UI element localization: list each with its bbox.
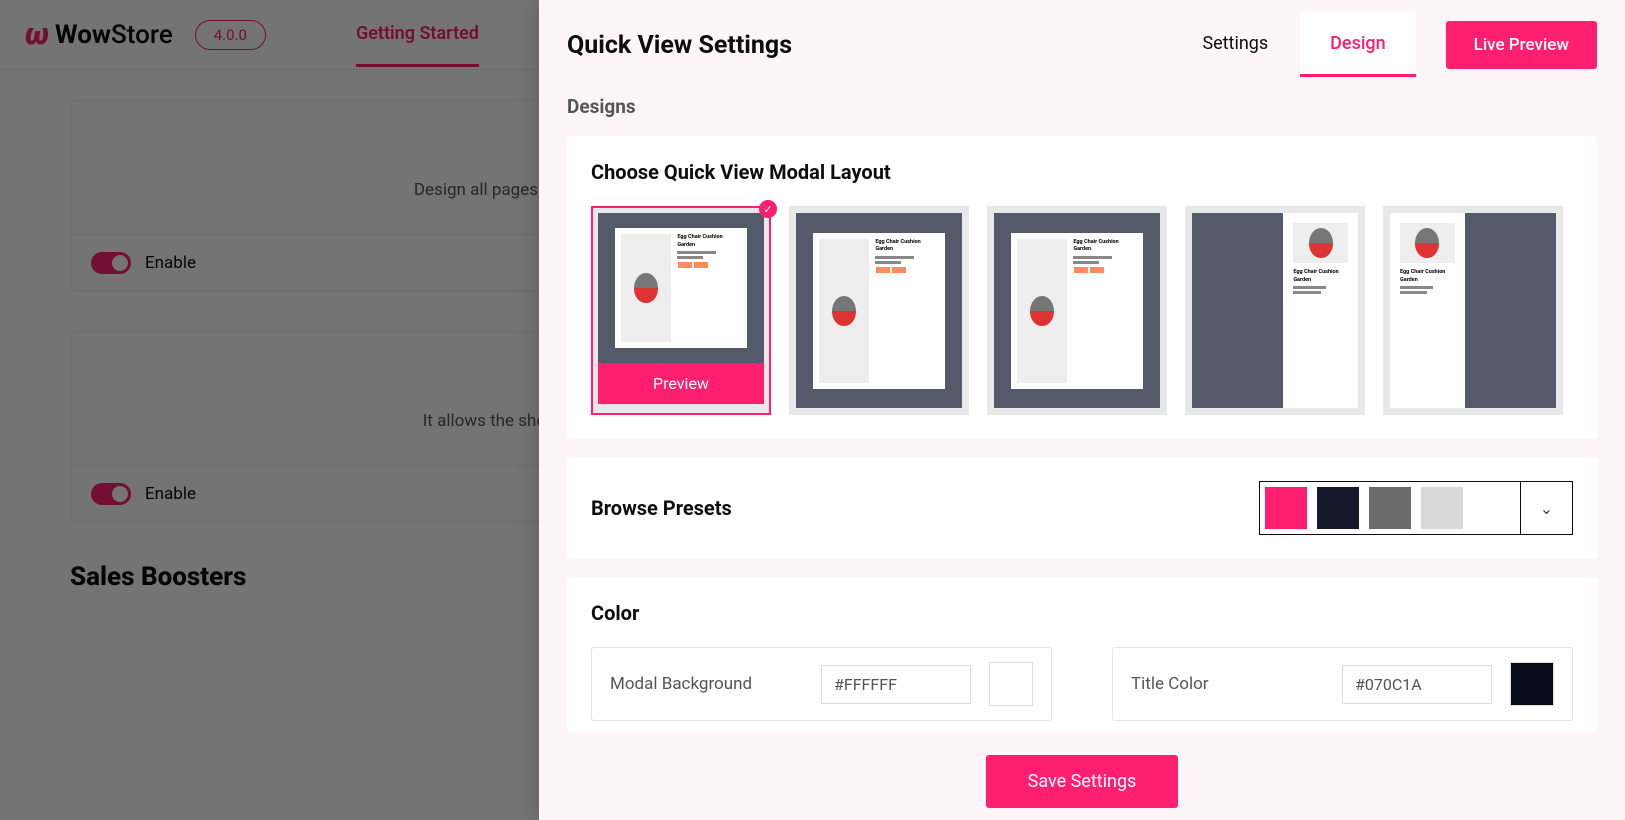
layout-option-5[interactable]: Egg Chair Cushion Garden [1383,206,1563,415]
preset-swatch-2[interactable] [1317,487,1359,529]
modal-bg-input[interactable] [821,665,971,704]
save-bar: Save Settings [539,743,1625,820]
layout-option-3[interactable]: Egg Chair Cushion Garden [987,206,1167,415]
quick-view-settings-panel: Quick View Settings Settings Design Live… [539,0,1625,820]
layouts-card: Choose Quick View Modal Layout ✓ Egg Cha… [567,136,1597,439]
layout-preview-label: Preview [598,363,764,404]
panel-title: Quick View Settings [567,31,792,60]
preset-swatch-1[interactable] [1265,487,1307,529]
layout-option-1[interactable]: ✓ Egg Chair Cushion Garden Preview [591,206,771,415]
live-preview-button[interactable]: Live Preview [1446,21,1597,69]
title-color-swatch[interactable] [1510,662,1554,706]
preset-swatch-5[interactable] [1473,487,1515,529]
browse-presets-title: Browse Presets [591,496,732,520]
preset-swatch-4[interactable] [1421,487,1463,529]
modal-bg-field: Modal Background [591,647,1052,721]
color-card: Color Modal Background Title Color [567,577,1597,731]
modal-bg-label: Modal Background [610,674,803,694]
preset-swatches: ⌄ [1259,481,1573,535]
preset-expand-button[interactable]: ⌄ [1520,482,1572,534]
tab-settings[interactable]: Settings [1172,13,1298,77]
chevron-down-icon: ⌄ [1540,499,1553,518]
layout-option-4[interactable]: Egg Chair Cushion Garden [1185,206,1365,415]
check-icon: ✓ [759,200,777,218]
panel-header: Quick View Settings Settings Design Live… [539,0,1625,70]
designs-heading: Designs [567,70,1597,136]
save-settings-button[interactable]: Save Settings [986,755,1179,808]
title-color-label: Title Color [1131,674,1324,694]
title-color-field: Title Color [1112,647,1573,721]
color-section-title: Color [591,601,1573,625]
browse-presets-card: Browse Presets ⌄ [567,457,1597,559]
title-color-input[interactable] [1342,665,1492,704]
choose-layout-title: Choose Quick View Modal Layout [591,160,1573,184]
preset-swatch-3[interactable] [1369,487,1411,529]
layout-option-2[interactable]: Egg Chair Cushion Garden [789,206,969,415]
modal-bg-swatch[interactable] [989,662,1033,706]
tab-design[interactable]: Design [1300,13,1415,77]
